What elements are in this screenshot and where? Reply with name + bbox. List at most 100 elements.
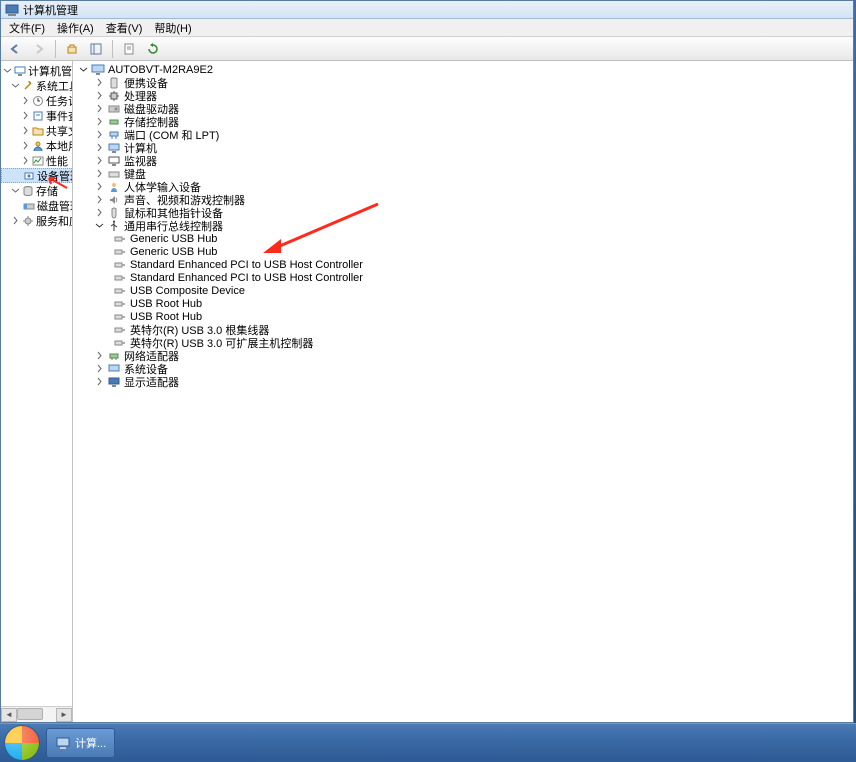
- scroll-track[interactable]: [17, 708, 56, 722]
- expand-icon[interactable]: [21, 126, 30, 135]
- sound-icon: [107, 194, 121, 206]
- dev-cat-ports[interactable]: 端口 (COM 和 LPT): [77, 128, 853, 141]
- collapse-icon[interactable]: [79, 65, 88, 74]
- expand-icon[interactable]: [95, 143, 104, 152]
- back-button[interactable]: [5, 39, 25, 59]
- left-tree[interactable]: 计算机管理(本 系统工具 任务计划程: [1, 61, 72, 706]
- tree-item-task-scheduler[interactable]: 任务计划程: [1, 93, 72, 108]
- device-root[interactable]: AUTOBVT-M2RA9E2: [77, 63, 853, 76]
- expand-icon[interactable]: [95, 117, 104, 126]
- menu-help[interactable]: 帮助(H): [148, 20, 197, 36]
- label: 服务和应用程: [36, 213, 72, 229]
- taskbar-item-compmgmt[interactable]: 计算...: [46, 728, 115, 758]
- display-icon: [107, 376, 121, 388]
- tree-item-shared-folders[interactable]: 共享文件夹: [1, 123, 72, 138]
- network-icon: [107, 350, 121, 362]
- collapse-icon[interactable]: [95, 221, 104, 230]
- usb-device-item[interactable]: USB Root Hub: [77, 297, 853, 310]
- toolbar-separator: [112, 40, 113, 58]
- expand-icon[interactable]: [95, 364, 104, 373]
- menu-action[interactable]: 操作(A): [51, 20, 100, 36]
- tree-item-device-manager[interactable]: 设备管理器: [1, 168, 72, 183]
- menu-file[interactable]: 文件(F): [3, 20, 51, 36]
- dev-cat-monitors[interactable]: 监视器: [77, 154, 853, 167]
- label: Generic USB Hub: [130, 246, 217, 258]
- monitor-icon: [107, 155, 121, 167]
- tree-item-performance[interactable]: 性能: [1, 153, 72, 168]
- label: 通用串行总线控制器: [124, 218, 223, 234]
- expand-icon[interactable]: [95, 195, 104, 204]
- usb-device-icon: [113, 285, 127, 297]
- expand-icon[interactable]: [95, 351, 104, 360]
- expand-icon[interactable]: [95, 169, 104, 178]
- up-button[interactable]: [62, 39, 82, 59]
- label: USB Composite Device: [130, 285, 245, 297]
- start-button[interactable]: [4, 725, 40, 761]
- expand-icon[interactable]: [95, 78, 104, 87]
- dev-cat-disk-drives[interactable]: 磁盘驱动器: [77, 102, 853, 115]
- tree-item-local-users[interactable]: 本地用户和: [1, 138, 72, 153]
- titlebar[interactable]: 计算机管理: [1, 1, 853, 19]
- dev-cat-processors[interactable]: 处理器: [77, 89, 853, 102]
- dev-cat-display[interactable]: 显示适配器: [77, 375, 853, 388]
- event-icon: [32, 110, 44, 122]
- scroll-left-button[interactable]: ◄: [1, 708, 17, 722]
- collapse-icon[interactable]: [11, 186, 20, 195]
- taskbar[interactable]: 计算...: [0, 723, 856, 762]
- dev-cat-network[interactable]: 网络适配器: [77, 349, 853, 362]
- label: 显示适配器: [124, 374, 179, 390]
- expand-icon[interactable]: [95, 104, 104, 113]
- device-tree[interactable]: AUTOBVT-M2RA9E2 便携设备 处理器 磁盘驱动器 存储控制器 端口 …: [73, 61, 853, 388]
- forward-button[interactable]: [29, 39, 49, 59]
- expand-icon[interactable]: [95, 182, 104, 191]
- tree-item-event-viewer[interactable]: 事件查看器: [1, 108, 72, 123]
- label: 任务计划程: [46, 93, 72, 109]
- tools-icon: [22, 80, 34, 92]
- scroll-right-button[interactable]: ►: [56, 708, 72, 722]
- label: Standard Enhanced PCI to USB Host Contro…: [130, 259, 363, 271]
- label: Standard Enhanced PCI to USB Host Contro…: [130, 272, 363, 284]
- label: USB Root Hub: [130, 298, 202, 310]
- left-pane: 计算机管理(本 系统工具 任务计划程: [1, 61, 73, 722]
- expand-icon[interactable]: [21, 156, 30, 165]
- usb-device-icon: [113, 298, 127, 310]
- dev-cat-system-devices[interactable]: 系统设备: [77, 362, 853, 375]
- scroll-thumb[interactable]: [17, 708, 43, 720]
- disk-icon: [23, 200, 35, 212]
- expand-icon[interactable]: [11, 216, 20, 225]
- properties-button[interactable]: [119, 39, 139, 59]
- expand-icon[interactable]: [95, 208, 104, 217]
- usb-icon: [107, 220, 121, 232]
- tree-item-root[interactable]: 计算机管理(本: [1, 63, 72, 78]
- expand-icon[interactable]: [21, 141, 30, 150]
- expand-icon[interactable]: [95, 91, 104, 100]
- usb-device-item[interactable]: USB Composite Device: [77, 284, 853, 297]
- body: 计算机管理(本 系统工具 任务计划程: [1, 61, 853, 722]
- usb-device-item[interactable]: Standard Enhanced PCI to USB Host Contro…: [77, 258, 853, 271]
- usb-device-item[interactable]: 英特尔(R) USB 3.0 可扩展主机控制器: [77, 336, 853, 349]
- left-horizontal-scrollbar[interactable]: ◄ ►: [1, 706, 72, 722]
- dev-cat-usb-controllers[interactable]: 通用串行总线控制器: [77, 219, 853, 232]
- show-hide-tree-button[interactable]: [86, 39, 106, 59]
- refresh-button[interactable]: [143, 39, 163, 59]
- expand-icon[interactable]: [95, 130, 104, 139]
- expand-icon[interactable]: [95, 156, 104, 165]
- collapse-icon[interactable]: [3, 66, 12, 75]
- usb-device-item[interactable]: Generic USB Hub: [77, 245, 853, 258]
- label: 系统工具: [36, 78, 72, 94]
- tree-item-storage[interactable]: 存储: [1, 183, 72, 198]
- tree-item-system-tools[interactable]: 系统工具: [1, 78, 72, 93]
- usb-device-item[interactable]: Generic USB Hub: [77, 232, 853, 245]
- dev-cat-portable[interactable]: 便携设备: [77, 76, 853, 89]
- collapse-icon[interactable]: [11, 81, 20, 90]
- menu-view[interactable]: 查看(V): [100, 20, 149, 36]
- label: 存储: [36, 183, 58, 199]
- expand-icon[interactable]: [21, 111, 30, 120]
- tree-item-disk-management[interactable]: 磁盘管理: [1, 198, 72, 213]
- dev-cat-computer[interactable]: 计算机: [77, 141, 853, 154]
- expand-icon[interactable]: [21, 96, 30, 105]
- expand-icon[interactable]: [95, 377, 104, 386]
- tree-item-services-apps[interactable]: 服务和应用程: [1, 213, 72, 228]
- usb-device-item[interactable]: Standard Enhanced PCI to USB Host Contro…: [77, 271, 853, 284]
- label: 事件查看器: [46, 108, 72, 124]
